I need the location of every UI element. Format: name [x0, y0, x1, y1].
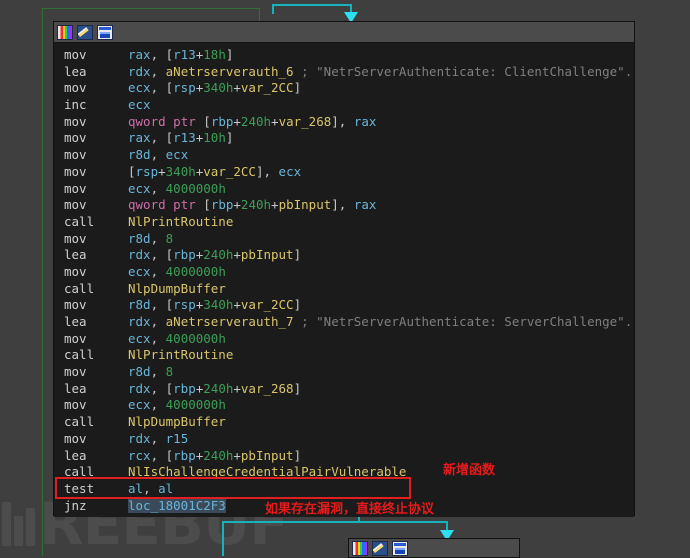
disassembly-code-area[interactable]: mov rax, [r13+18h] lea rdx, aNetrserverauth…: [54, 43, 634, 517]
cyan-connector-top-left-vertical: [272, 4, 274, 14]
code-line[interactable]: mov rax, [r13+10h]: [54, 130, 634, 147]
code-line[interactable]: lea rcx, [rbp+240h+pbInput]: [54, 448, 634, 465]
code-line[interactable]: mov r8d, ecx: [54, 147, 634, 164]
window-icon[interactable]: [97, 24, 113, 40]
code-line[interactable]: mov [rsp+340h+var_2CC], ecx: [54, 164, 634, 181]
code-line[interactable]: mov qword ptr [rbp+240h+var_268], rax: [54, 114, 634, 131]
ida-disassembly-window: mov rax, [r13+18h] lea rdx, aNetrserverauth…: [53, 21, 635, 517]
code-line[interactable]: mov ecx, 4000000h: [54, 264, 634, 281]
cyan-connector-top-horizontal: [272, 4, 352, 6]
code-mnemonic: call: [64, 213, 95, 229]
code-line[interactable]: mov ecx, 4000000h: [54, 397, 634, 414]
code-line[interactable]: lea rdx, [rbp+240h+pbInput]: [54, 247, 634, 264]
code-line[interactable]: mov r8d, 8: [54, 231, 634, 248]
code-mnemonic: mov: [64, 397, 87, 413]
code-mnemonic: lea: [64, 314, 87, 329]
code-line[interactable]: call NlPrintRoutine: [54, 347, 634, 364]
code-mnemonic: call: [64, 464, 95, 480]
code-line[interactable]: lea rdx, aNetrserverauth_6 ; "NetrServerA…: [54, 64, 634, 81]
code-line[interactable]: call NlPrintRoutine: [54, 214, 634, 231]
annotation-new-function: 新增函数: [443, 463, 496, 478]
watermark-bars-icon: [2, 502, 35, 546]
code-line-list: mov rax, [r13+18h] lea rdx, aNetrserverauth…: [54, 47, 634, 514]
code-mnemonic: mov: [64, 364, 87, 380]
code-mnemonic: mov: [64, 47, 87, 62]
green-connector-right: [259, 8, 260, 22]
code-line[interactable]: call NlIsChallengeCredentialPairVulnerabl…: [54, 464, 634, 481]
code-mnemonic: mov: [64, 263, 87, 279]
code-mnemonic: test: [64, 480, 95, 496]
code-line[interactable]: mov ecx, 4000000h: [54, 331, 634, 348]
code-line[interactable]: call NlpDumpBuffer: [54, 281, 634, 298]
green-connector-top: [42, 8, 260, 9]
window-icon-secondary[interactable]: [392, 540, 408, 556]
code-mnemonic: mov: [64, 163, 87, 179]
code-line[interactable]: mov r8d, [rsp+340h+var_2CC]: [54, 297, 634, 314]
code-mnemonic: call: [64, 280, 95, 296]
code-mnemonic: mov: [64, 330, 87, 346]
code-mnemonic: call: [64, 347, 95, 363]
code-mnemonic: lea: [64, 247, 87, 263]
code-mnemonic: mov: [64, 147, 87, 163]
code-mnemonic: mov: [64, 230, 87, 246]
code-mnemonic: lea: [64, 447, 87, 463]
code-mnemonic: mov: [64, 430, 87, 446]
code-line[interactable]: test al, al: [54, 481, 634, 498]
cyan-connector-bottom-horizontal: [222, 521, 360, 523]
code-mnemonic: jnz: [64, 497, 87, 513]
code-line[interactable]: lea rdx, [rbp+240h+var_268]: [54, 381, 634, 398]
code-line[interactable]: inc ecx: [54, 97, 634, 114]
code-mnemonic: lea: [64, 380, 87, 396]
code-mnemonic: mov: [64, 180, 87, 196]
palette-icon[interactable]: [57, 24, 73, 40]
cyan-connector-bottom-right-horizontal: [358, 521, 448, 523]
ida-secondary-window: [348, 538, 520, 558]
pencil-icon[interactable]: [77, 24, 93, 40]
pencil-icon-secondary[interactable]: [372, 540, 388, 556]
code-mnemonic: mov: [64, 113, 87, 129]
code-mnemonic: mov: [64, 130, 87, 146]
green-connector-left: [42, 8, 43, 556]
ida-toolbar: [54, 22, 634, 43]
code-line[interactable]: mov r8d, 8: [54, 364, 634, 381]
code-mnemonic: mov: [64, 297, 87, 313]
code-line[interactable]: mov ecx, [rsp+340h+var_2CC]: [54, 80, 634, 97]
code-mnemonic: mov: [64, 197, 87, 213]
code-line[interactable]: mov rdx, r15: [54, 431, 634, 448]
code-line[interactable]: lea rdx, aNetrserverauth_7 ; "NetrServerA…: [54, 314, 634, 331]
code-line[interactable]: call NlpDumpBuffer: [54, 414, 634, 431]
annotation-terminate-protocol: 如果存在漏洞，直接终止协议: [265, 502, 435, 517]
code-mnemonic: call: [64, 414, 95, 430]
code-line[interactable]: mov ecx, 4000000h: [54, 181, 634, 198]
code-mnemonic: mov: [64, 80, 87, 96]
code-mnemonic: lea: [64, 63, 87, 79]
code-line[interactable]: mov qword ptr [rbp+240h+pbInput], rax: [54, 197, 634, 214]
cyan-connector-bottom-left-vertical: [222, 521, 224, 556]
code-mnemonic: inc: [64, 97, 87, 113]
palette-icon-secondary[interactable]: [352, 540, 368, 556]
code-line[interactable]: mov rax, [r13+18h]: [54, 47, 634, 64]
